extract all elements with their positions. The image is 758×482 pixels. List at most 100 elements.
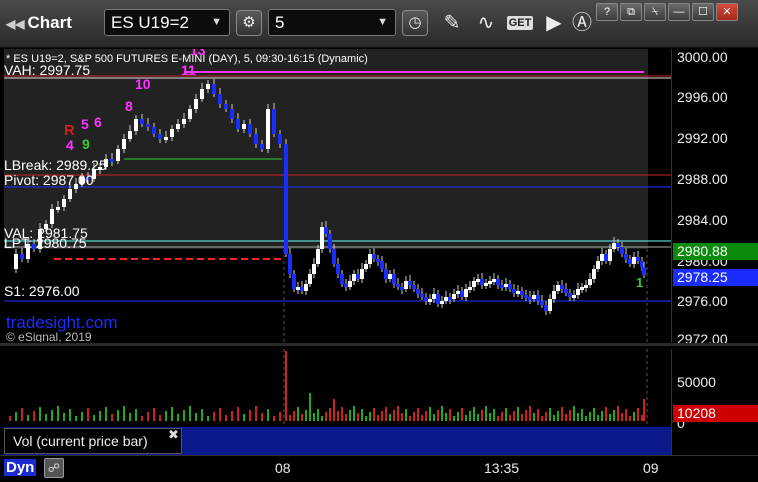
candle-body <box>328 234 332 249</box>
volume-bar <box>393 410 395 421</box>
candle-body <box>272 109 276 134</box>
candle-body <box>496 279 500 285</box>
candle-body <box>580 287 584 290</box>
interval-dropdown-icon[interactable]: ▼ <box>377 10 388 35</box>
volume-bar <box>573 406 575 421</box>
time-tick: 09 <box>643 460 659 476</box>
collapse-chevron-icon[interactable]: ◀◀ <box>6 17 24 31</box>
volume-bar <box>545 412 547 421</box>
alert-a-icon[interactable]: Ⓐ <box>568 10 596 36</box>
help-icon[interactable]: ? <box>596 3 618 21</box>
candle-body <box>266 109 270 149</box>
candle-body <box>528 297 532 300</box>
candle-body <box>564 289 568 293</box>
volume-bar <box>577 413 579 421</box>
candle-body <box>134 119 138 131</box>
volume-last-tag: 10208 <box>673 405 758 422</box>
candle-body <box>384 269 388 279</box>
candle-body <box>320 227 324 249</box>
volume-bar <box>481 410 483 421</box>
price-tick: 2976.00 <box>677 293 728 309</box>
volume-bar <box>129 413 131 421</box>
symbol-input[interactable]: ES U19=2 ▼ <box>104 9 230 36</box>
volume-bar <box>389 414 391 421</box>
pencil-draw-icon[interactable]: ✎ <box>438 10 466 36</box>
candle-body <box>300 287 304 291</box>
time-axis[interactable]: 08 13:35 09 <box>0 455 758 482</box>
pin-icon[interactable]: ⍀ <box>644 3 666 21</box>
volume-bar <box>497 416 499 421</box>
close-window-icon[interactable]: ✕ <box>716 3 738 21</box>
volume-bar <box>337 411 339 421</box>
vah-label: VAH: 2997.75 <box>4 62 91 78</box>
candle-body <box>324 227 328 234</box>
volume-bar <box>51 410 53 421</box>
candle-body <box>600 254 604 261</box>
volume-bar <box>357 413 359 421</box>
candle-body <box>400 287 404 290</box>
volume-bar <box>437 410 439 421</box>
candle-body <box>352 274 356 281</box>
candle-body <box>492 279 496 282</box>
candle-body <box>520 291 524 295</box>
candle-body <box>368 254 372 264</box>
volume-bar <box>561 407 563 421</box>
volume-bar <box>301 414 303 421</box>
volume-bar <box>397 406 399 421</box>
volume-bar <box>473 407 475 421</box>
candle-body <box>152 127 156 134</box>
chart-window: ◀◀ Chart ES U19=2 ▼ ⚙ 5 ▼ ◷ ✎ ∿ GET ▶ Ⓐ ?… <box>0 0 758 482</box>
candle-body <box>536 295 540 301</box>
volume-bar <box>409 416 411 421</box>
volume-bar <box>541 416 543 421</box>
clock-icon[interactable]: ◷ <box>402 10 428 36</box>
candle-body <box>372 254 376 259</box>
volume-pane[interactable] <box>4 349 671 425</box>
maximize-icon[interactable]: ☐ <box>692 3 714 21</box>
settings-gear-icon[interactable]: ⚙ <box>236 10 262 36</box>
volume-bar <box>341 407 343 421</box>
volume-bar <box>87 408 89 421</box>
candle-body <box>612 243 616 249</box>
symbol-dropdown-icon[interactable]: ▼ <box>211 10 222 35</box>
price-axis[interactable]: 3000.00 2996.00 2992.00 2988.00 2984.00 … <box>671 49 758 347</box>
volume-bar <box>405 409 407 421</box>
volume-bar <box>465 415 467 421</box>
candle-body <box>448 297 452 300</box>
candle-body <box>608 249 612 261</box>
volume-bar <box>569 410 571 421</box>
volume-axis[interactable]: 50000 0 10208 <box>671 349 758 455</box>
candle-body <box>50 209 54 224</box>
volume-bar <box>637 408 639 421</box>
lbreak-label: LBreak: 2989.25 <box>4 157 107 173</box>
study-indicator-icon[interactable]: ∿ <box>472 10 500 36</box>
candle-body <box>544 305 548 311</box>
dynamic-mode-label[interactable]: Dyn <box>4 459 37 476</box>
volume-bar <box>533 413 535 421</box>
candle-body <box>396 284 400 287</box>
candle-body <box>122 139 126 149</box>
candle-body <box>356 274 360 279</box>
price-chart-pane[interactable]: * ES U19=2, S&P 500 FUTURES E-MINI (DAY)… <box>4 49 671 342</box>
pane-separator[interactable] <box>0 343 758 346</box>
chart-link-icon[interactable]: ☍ <box>44 458 64 478</box>
candle-body <box>336 264 340 274</box>
volume-bar <box>313 413 315 421</box>
chart-title[interactable]: ◀◀ Chart <box>6 13 72 33</box>
candle-body <box>472 281 476 287</box>
candle-body <box>380 261 384 269</box>
get-data-icon[interactable]: GET <box>506 10 534 36</box>
restore-icon[interactable]: ⧉ <box>620 3 642 21</box>
close-study-icon[interactable]: ✖ <box>168 427 179 443</box>
play-icon[interactable]: ▶ <box>540 10 568 36</box>
volume-bar <box>621 413 623 421</box>
minimize-icon[interactable]: — <box>668 3 690 21</box>
volume-bar <box>289 415 291 421</box>
volume-chart-svg <box>9 349 648 425</box>
volume-study-label[interactable]: Vol (current price bar) <box>4 428 182 454</box>
volume-bar <box>305 410 307 421</box>
interval-input[interactable]: 5 ▼ <box>268 9 396 36</box>
volume-bar <box>513 411 515 421</box>
price-tick: 2984.00 <box>677 212 728 228</box>
volume-bar <box>521 414 523 421</box>
